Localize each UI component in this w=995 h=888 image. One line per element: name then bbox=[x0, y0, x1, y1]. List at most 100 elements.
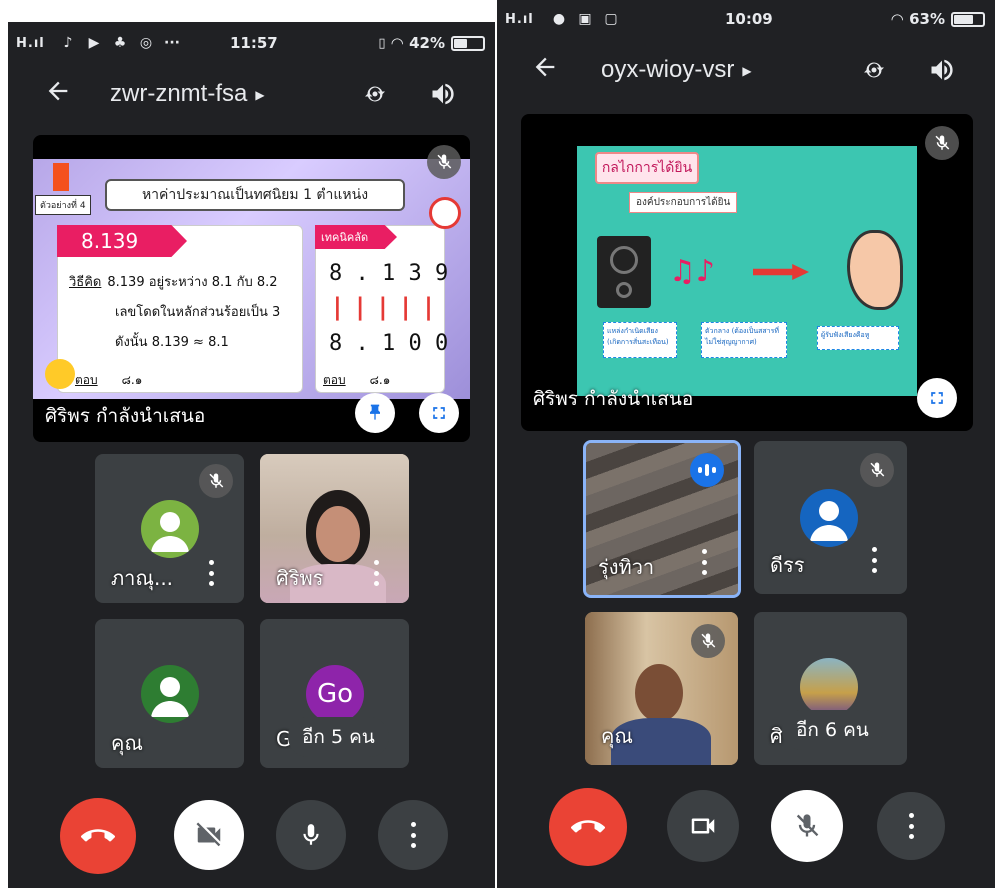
speaker-icon[interactable] bbox=[925, 53, 959, 87]
wifi-icon: ◠ bbox=[391, 34, 404, 52]
step-receiver: ผู้รับฟังเสียงคือหู bbox=[817, 326, 899, 350]
pencil-icon bbox=[53, 163, 69, 191]
back-arrow-icon[interactable] bbox=[44, 77, 72, 112]
method-line-1: วิธีคิด 8.139 อยู่ระหว่าง 8.1 กับ 8.2 bbox=[69, 275, 278, 290]
signal-indicator: H.ıl bbox=[505, 11, 534, 27]
gallery-icon: ▣ bbox=[578, 11, 592, 27]
avatar bbox=[141, 500, 199, 558]
more-options-icon[interactable] bbox=[207, 560, 215, 586]
participant-tile-overflow[interactable]: ศิ อีก 6 คน bbox=[754, 612, 907, 765]
status-bar: H.ıl ● ▣ ▢ 10:09 ◠ 63% bbox=[497, 0, 995, 38]
meeting-header: zwr-znmt-fsa ▶ bbox=[8, 66, 495, 122]
caret-right-icon: ▶ bbox=[742, 63, 752, 78]
microphone-button[interactable] bbox=[276, 800, 346, 870]
presentation-tile[interactable]: กลไกการได้ยิน องค์ประกอบการได้ยิน ♫♪ แหล… bbox=[521, 114, 973, 431]
more-options-button[interactable] bbox=[378, 800, 448, 870]
participant-tile-speaking[interactable]: รุ่งทิวา bbox=[583, 440, 741, 598]
more-options-icon[interactable] bbox=[372, 560, 380, 586]
ear-icon bbox=[847, 230, 903, 310]
status-right: ◠ 63% bbox=[892, 10, 985, 28]
camera-button[interactable] bbox=[667, 790, 739, 862]
battery-percent: 63% bbox=[909, 10, 945, 28]
pointing-hand-icon bbox=[45, 359, 75, 389]
participant-name: ศิ bbox=[770, 724, 783, 748]
step-medium: ตัวกลาง (ต้องเป็นสสารที่ไม่ใช่สุญญากาศ) bbox=[701, 322, 787, 358]
tip-number-bottom: 8 . 1 0 0 bbox=[329, 331, 449, 356]
more-notifications-icon: ··· bbox=[164, 35, 180, 51]
presentation-tile[interactable]: ตัวอย่างที่ 4 หาค่าประมาณเป็นทศนิยม 1 ตำ… bbox=[33, 135, 470, 442]
method-line-3: ดังนั้น 8.139 ≈ 8.1 bbox=[115, 335, 229, 350]
switch-camera-icon[interactable] bbox=[857, 53, 891, 87]
wifi-icon: ◠ bbox=[891, 10, 904, 28]
more-options-icon[interactable] bbox=[870, 547, 878, 573]
alarm-clock-icon bbox=[429, 197, 461, 229]
app-icon: ◎ bbox=[139, 35, 153, 51]
more-participants-pill[interactable]: อีก 5 คน bbox=[288, 717, 389, 757]
example-tag: ตัวอย่างที่ 4 bbox=[35, 195, 91, 215]
participant-name: คุณ bbox=[601, 724, 633, 748]
mic-off-icon bbox=[925, 126, 959, 160]
caret-right-icon: ▶ bbox=[255, 87, 265, 102]
tiktok-icon: ♪ bbox=[63, 35, 73, 51]
participant-tile[interactable]: ดีรร bbox=[754, 441, 907, 594]
status-time: 10:09 bbox=[725, 10, 773, 28]
status-time: 11:57 bbox=[230, 34, 278, 52]
participant-tile-overflow[interactable]: Go G อีก 5 คน bbox=[260, 619, 409, 768]
fullscreen-button[interactable] bbox=[917, 378, 957, 418]
meeting-code-title[interactable]: oyx-wioy-vsr ▶ bbox=[601, 56, 752, 84]
answer-line-2: ตอบ ๘.๑ bbox=[323, 373, 391, 387]
mic-off-icon bbox=[860, 453, 894, 487]
slide-heading: หาค่าประมาณเป็นทศนิยม 1 ตำแหน่ง bbox=[105, 179, 405, 211]
notification-icons: ♪ ▶ ♣ ◎ ··· bbox=[60, 35, 180, 51]
back-arrow-icon[interactable] bbox=[531, 53, 559, 88]
slide-heading: กลไกการได้ยิน bbox=[595, 152, 699, 184]
switch-camera-icon[interactable] bbox=[358, 77, 392, 111]
participant-tile-self-video[interactable]: คุณ bbox=[585, 612, 738, 765]
more-options-icon[interactable] bbox=[700, 549, 708, 575]
meeting-header: oyx-wioy-vsr ▶ bbox=[497, 42, 995, 98]
more-participants-pill[interactable]: อีก 6 คน bbox=[782, 710, 883, 750]
speaking-indicator-icon bbox=[690, 453, 724, 487]
more-options-button[interactable] bbox=[877, 792, 945, 860]
speaker-icon[interactable] bbox=[426, 77, 460, 111]
status-right: ▯ ◠ 42% bbox=[378, 34, 485, 52]
battery-icon bbox=[951, 11, 985, 27]
participant-name: รุ่งทิวา bbox=[598, 555, 655, 579]
number-banner: 8.139 bbox=[57, 225, 187, 257]
pin-button[interactable] bbox=[355, 393, 395, 433]
arrow-right-icon bbox=[753, 264, 809, 280]
fullscreen-button[interactable] bbox=[419, 393, 459, 433]
signal-indicator: H.ıl bbox=[16, 35, 45, 51]
avatar bbox=[800, 489, 858, 547]
notification-icons: ● ▣ ▢ bbox=[551, 11, 619, 27]
participant-tile-self[interactable]: คุณ bbox=[95, 619, 244, 768]
phone-screen-left: H.ıl ♪ ▶ ♣ ◎ ··· 11:57 ▯ ◠ 42% zwr-znmt-… bbox=[8, 22, 495, 888]
slide-content: ตัวอย่างที่ 4 หาค่าประมาณเป็นทศนิยม 1 ตำ… bbox=[33, 159, 470, 399]
meeting-code-title[interactable]: zwr-znmt-fsa ▶ bbox=[110, 80, 265, 108]
youtube-icon: ▶ bbox=[88, 35, 100, 51]
end-call-button[interactable] bbox=[549, 788, 627, 866]
camera-off-button[interactable] bbox=[174, 800, 244, 870]
avatar-initials: Go bbox=[306, 665, 364, 723]
mic-off-icon bbox=[199, 464, 233, 498]
mic-off-icon bbox=[427, 145, 461, 179]
participant-name: ดีรร bbox=[770, 553, 805, 577]
slide-subheading: องค์ประกอบการได้ยิน bbox=[629, 192, 738, 213]
slide-content: กลไกการได้ยิน องค์ประกอบการได้ยิน ♫♪ แหล… bbox=[577, 146, 917, 396]
tip-banner: เทคนิคลัด bbox=[315, 225, 397, 249]
microphone-off-button[interactable] bbox=[771, 790, 843, 862]
battery-percent: 42% bbox=[409, 34, 445, 52]
mic-off-icon bbox=[691, 624, 725, 658]
method-line-2: เลขโดดในหลักส่วนร้อยเป็น 3 bbox=[115, 305, 281, 320]
phone-screen-right: H.ıl ● ▣ ▢ 10:09 ◠ 63% oyx-wioy-vsr ▶ กลไ… bbox=[497, 0, 995, 888]
tip-bars: ||||| bbox=[333, 293, 447, 321]
presenter-label: ศิริพร กำลังนำเสนอ bbox=[45, 405, 206, 427]
end-call-button[interactable] bbox=[60, 798, 136, 874]
step-source: แหล่งกำเนิดเสียง (เกิดการสั่นสะเทือน) bbox=[603, 322, 677, 358]
video-notification-icon: ▢ bbox=[604, 11, 618, 27]
avatar-photo bbox=[800, 658, 858, 716]
participant-tile-video[interactable]: ศิริพร bbox=[260, 454, 409, 603]
notification-bell-icon: ♣ bbox=[113, 35, 127, 51]
person-face bbox=[635, 664, 683, 722]
participant-tile[interactable]: ภาณุ... bbox=[95, 454, 244, 603]
